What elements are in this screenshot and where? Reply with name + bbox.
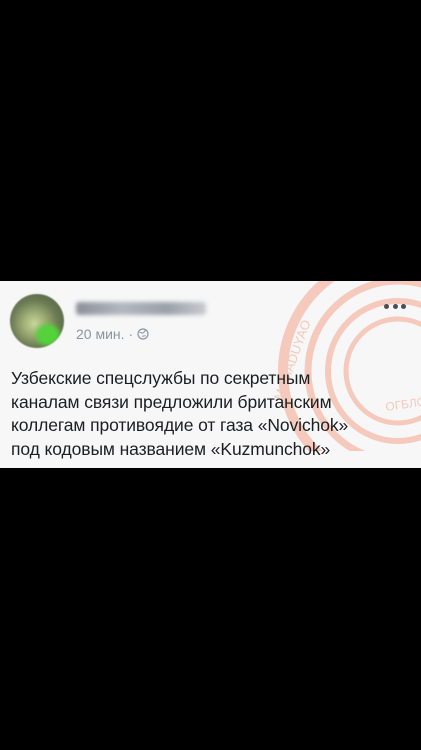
more-options-icon[interactable]: [384, 301, 406, 311]
screen: MAMADUYAO ОГБЛО 20 мин. · Узбекские спец…: [0, 0, 421, 750]
meta-separator: ·: [128, 326, 134, 342]
author-name-redacted[interactable]: [76, 302, 206, 315]
post-timestamp[interactable]: 20 мин.: [76, 326, 125, 342]
post-card: MAMADUYAO ОГБЛО 20 мин. · Узбекские спец…: [0, 281, 421, 468]
globe-icon: [137, 328, 149, 340]
avatar[interactable]: [10, 294, 64, 348]
post-meta: 20 мин. ·: [76, 326, 149, 342]
avatar-blob: [36, 324, 60, 346]
post-text: Узбекские спецслужбы по секретным канала…: [11, 368, 349, 459]
